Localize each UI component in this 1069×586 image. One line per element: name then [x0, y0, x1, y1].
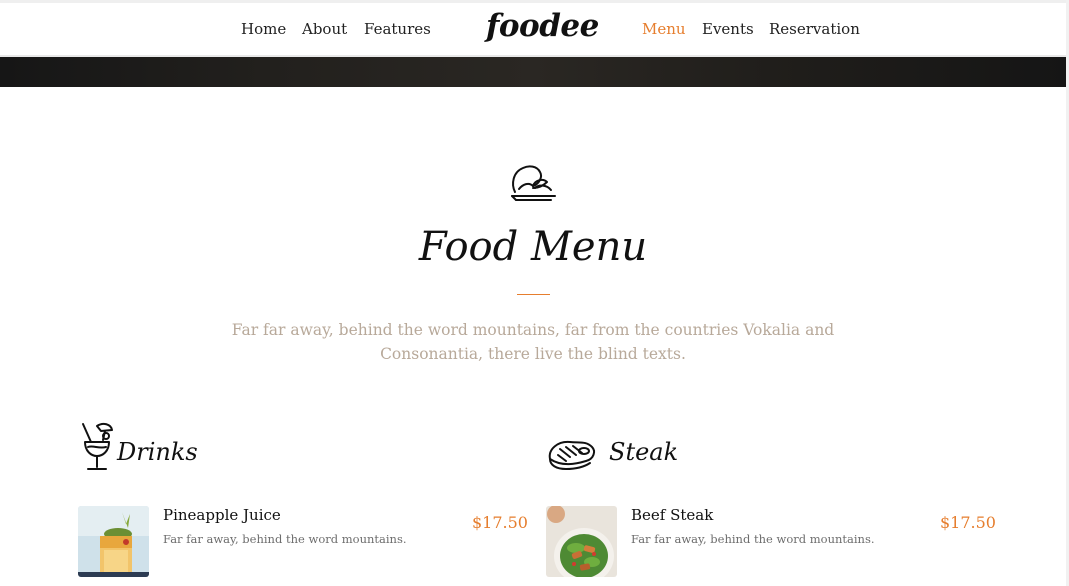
item-name-beef-steak: Beef Steak — [631, 506, 714, 524]
cocktail-icon — [82, 422, 113, 470]
top-navbar: Home About Features foodee Menu Events R… — [0, 0, 1069, 57]
title-divider — [517, 294, 550, 295]
steak-icon — [548, 440, 595, 470]
nav-events[interactable]: Events — [702, 20, 754, 38]
nav-reservation[interactable]: Reservation — [769, 20, 860, 38]
page-title: Food Menu — [418, 224, 648, 270]
brand-logo[interactable]: foodee — [486, 8, 599, 44]
item-description-pineapple-juice: Far far away, behind the word mountains. — [163, 532, 407, 546]
category-title-steak: Steak — [609, 438, 679, 466]
item-image-beef-steak[interactable] — [546, 506, 617, 577]
hero-image-strip — [0, 57, 1066, 87]
item-price-beef-steak: $17.50 — [940, 513, 996, 532]
item-name-pineapple-juice: Pineapple Juice — [163, 506, 281, 524]
category-title-drinks: Drinks — [117, 438, 198, 466]
nav-menu[interactable]: Menu — [642, 20, 686, 38]
nav-home[interactable]: Home — [241, 20, 286, 38]
item-image-pineapple-juice[interactable] — [78, 506, 149, 577]
item-price-pineapple-juice: $17.50 — [472, 513, 528, 532]
section-subtitle: Far far away, behind the word mountains,… — [231, 321, 835, 363]
item-description-beef-steak: Far far away, behind the word mountains. — [631, 532, 875, 546]
nav-about[interactable]: About — [302, 20, 347, 38]
nav-features[interactable]: Features — [364, 20, 431, 38]
serving-dish-icon — [511, 165, 556, 201]
